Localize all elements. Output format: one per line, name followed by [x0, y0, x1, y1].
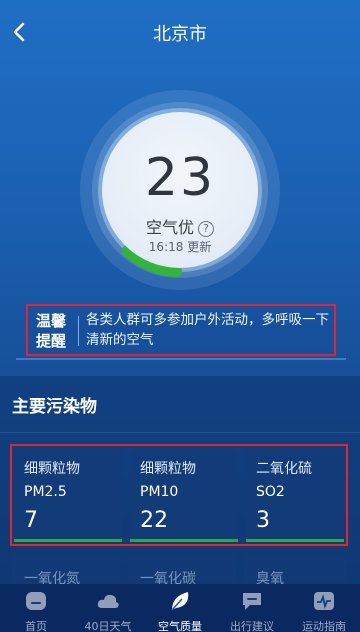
reminder-underline: [16, 358, 346, 360]
nav-sports[interactable]: 运动指南: [288, 584, 360, 632]
pollutant-card-co[interactable]: 一氧化碳: [128, 556, 236, 587]
cloud-icon: [97, 594, 119, 608]
update-time: 16:18 更新: [148, 240, 212, 254]
reminder-divider: [78, 316, 79, 346]
pollutant-card-no[interactable]: 一氧化氮: [12, 556, 120, 587]
pollutant-value: 7: [24, 508, 38, 533]
pulse-icon: [314, 592, 334, 610]
pollutant-code: PM2.5: [24, 484, 67, 500]
nav-air-quality[interactable]: 空气质量: [144, 584, 216, 632]
bottom-nav: 首页 40日天气 空气质量 出行建议 运动指南: [0, 584, 360, 632]
reminder-label: 温馨提醒: [36, 312, 67, 350]
pollutant-name: 细颗粒物: [140, 461, 196, 477]
nav-label: 空气质量: [158, 620, 202, 632]
aqi-value: 23: [144, 148, 216, 208]
home-icon: [26, 592, 46, 610]
help-icon[interactable]: ?: [198, 221, 214, 237]
pollutant-card-so2[interactable]: 二氧化硫 SO2 3: [246, 450, 344, 542]
pollutant-value: 3: [256, 508, 270, 533]
nav-travel[interactable]: 出行建议: [216, 584, 288, 632]
health-reminder: 温馨提醒 各类人群可多参加户外活动，多呼吸一下清新的空气: [26, 304, 336, 356]
pollutant-name: 二氧化硫: [256, 461, 312, 477]
chat-icon: [243, 593, 261, 610]
leaf-icon: [171, 592, 189, 611]
pollutant-code: PM10: [140, 484, 179, 500]
pollutant-name: 细颗粒物: [24, 461, 80, 477]
nav-label: 首页: [25, 620, 47, 632]
reminder-text: 各类人群可多参加户外活动，多呼吸一下清新的空气: [86, 312, 329, 348]
pollutant-code: SO2: [256, 484, 285, 500]
nav-label: 运动指南: [302, 620, 346, 632]
nav-home[interactable]: 首页: [0, 584, 72, 632]
pollutant-card-pm10[interactable]: 细颗粒物 PM10 22: [130, 450, 238, 542]
section-title: 主要污染物: [12, 397, 97, 417]
pollutant-card-pm25[interactable]: 细颗粒物 PM2.5 7: [14, 450, 122, 542]
gauge-center: 23 空气优? 16:18 更新: [102, 112, 258, 268]
nav-label: 40日天气: [84, 620, 132, 632]
nav-label: 出行建议: [230, 620, 274, 632]
aqi-level: 空气优?: [102, 214, 258, 238]
pollutant-value: 22: [140, 508, 168, 533]
aqi-gauge: 23 空气优? 16:18 更新: [72, 82, 288, 298]
header: 北京市: [0, 0, 360, 64]
pollutant-card-o3[interactable]: 臭氧: [244, 556, 346, 587]
page-title: 北京市: [153, 24, 207, 45]
section-divider: [0, 432, 360, 433]
pollutant-cards: 细颗粒物 PM2.5 7 细颗粒物 PM10 22 二氧化硫 SO2 3: [10, 444, 348, 546]
aqi-level-label: 空气优: [145, 218, 194, 237]
nav-40day[interactable]: 40日天气: [72, 584, 144, 632]
